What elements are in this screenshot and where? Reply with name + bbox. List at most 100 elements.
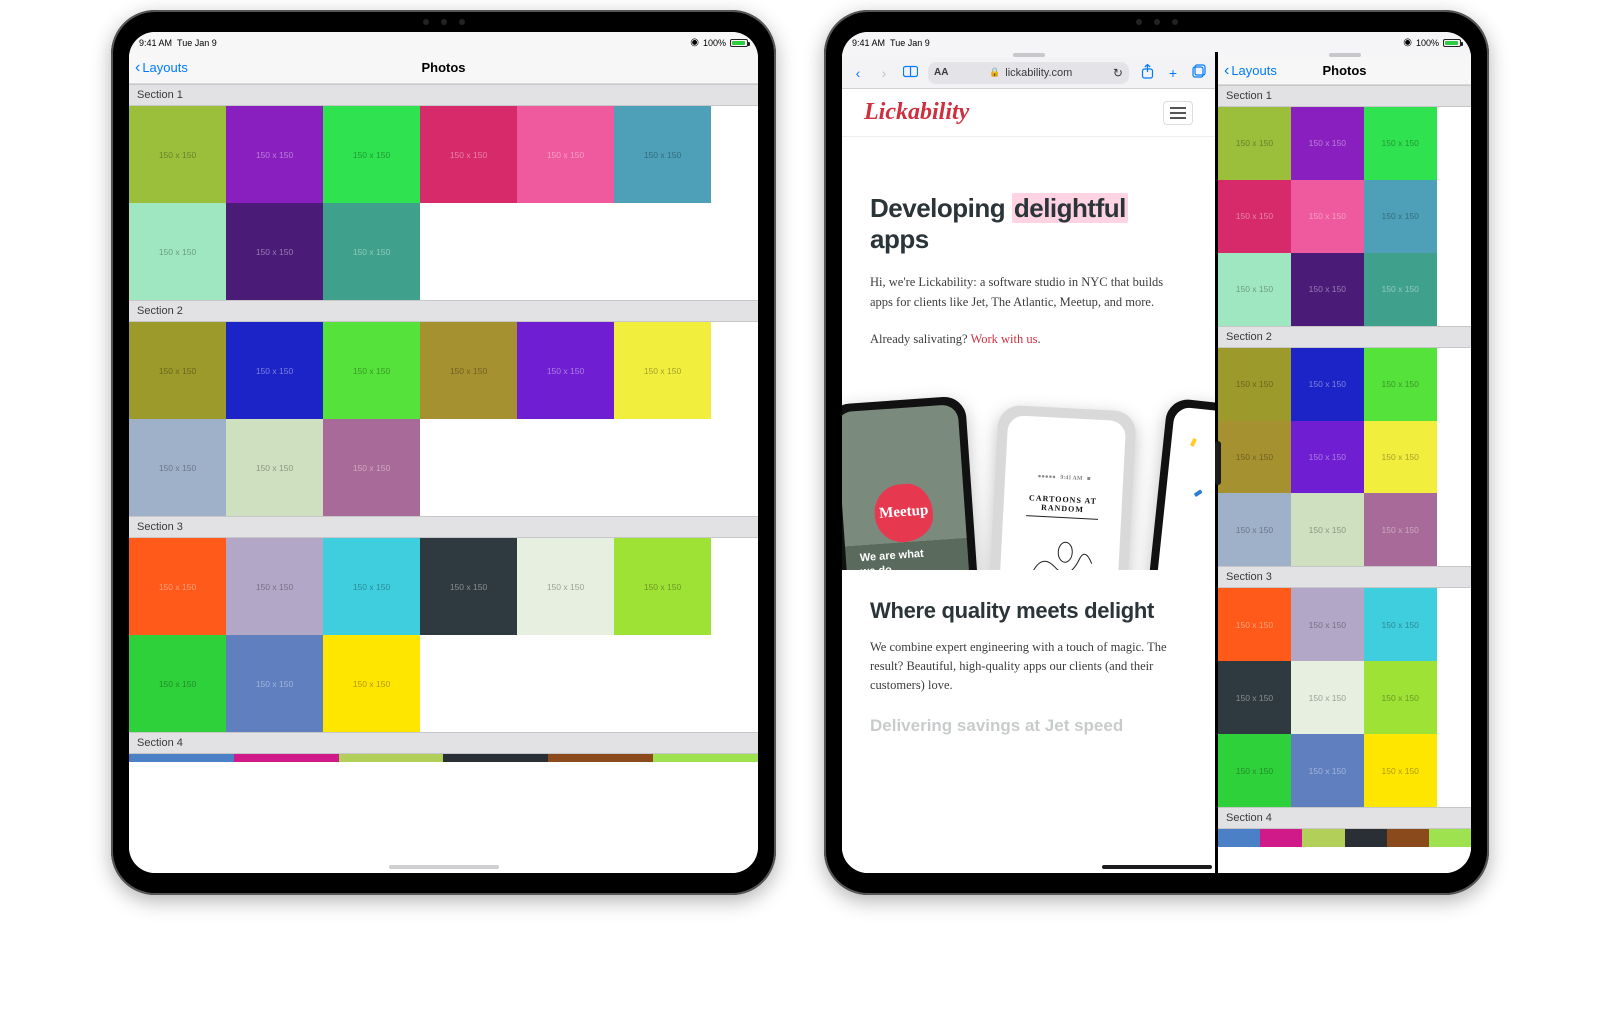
photo-cell[interactable]: 150 x 150	[1291, 493, 1364, 566]
photo-cell[interactable]: 150 x 150	[1218, 107, 1291, 180]
photo-cell[interactable]: 150 x 150	[1364, 107, 1437, 180]
site-logo[interactable]: Lickability	[864, 99, 969, 126]
photo-cell[interactable]: 150 x 150	[1364, 348, 1437, 421]
split-view-divider[interactable]	[1215, 441, 1221, 485]
photo-cell[interactable]: 150 x 150	[226, 635, 323, 732]
photo-cell[interactable]	[1218, 829, 1260, 847]
photo-cell[interactable]: 150 x 150	[1218, 661, 1291, 734]
photo-cell[interactable]: 150 x 150	[1364, 734, 1437, 807]
photo-cell[interactable]: 150 x 150	[323, 538, 420, 635]
photo-cell[interactable]	[129, 754, 234, 762]
photo-cell[interactable]: 150 x 150	[323, 106, 420, 203]
photo-cell[interactable]	[1302, 829, 1344, 847]
photo-cell[interactable]: 150 x 150	[1291, 180, 1364, 253]
photo-cell[interactable]: 150 x 150	[1218, 180, 1291, 253]
photo-cell[interactable]: 150 x 150	[1364, 253, 1437, 326]
home-indicator[interactable]	[389, 865, 499, 869]
photo-cell[interactable]: 150 x 150	[1291, 107, 1364, 180]
photo-cell[interactable]: 150 x 150	[420, 538, 517, 635]
collection-view[interactable]: Section 1150 x 150150 x 150150 x 150150 …	[1218, 85, 1471, 873]
photo-cell[interactable]	[1429, 829, 1471, 847]
photo-cell[interactable]: 150 x 150	[1291, 348, 1364, 421]
safari-back-button[interactable]: ‹	[850, 65, 866, 81]
hero-heading: Developing delightful apps	[870, 193, 1187, 255]
photo-cell[interactable]: 150 x 150	[1291, 734, 1364, 807]
photo-cell[interactable]: 150 x 150	[1364, 421, 1437, 494]
photo-cell[interactable]: 150 x 150	[517, 538, 614, 635]
photo-cell[interactable]: 150 x 150	[226, 538, 323, 635]
photo-cell[interactable]: 150 x 150	[1218, 348, 1291, 421]
photo-cell[interactable]: 150 x 150	[323, 322, 420, 419]
status-bar: 9:41 AM Tue Jan 9 ◉ 100%	[129, 32, 758, 52]
photo-cell[interactable]: 150 x 150	[1291, 588, 1364, 661]
battery-pct: 100%	[1416, 38, 1439, 48]
photo-cell[interactable]: 150 x 150	[614, 106, 711, 203]
bookmarks-icon[interactable]	[902, 65, 918, 81]
refresh-icon[interactable]: ↻	[1113, 66, 1123, 80]
safari-forward-button[interactable]: ›	[876, 65, 892, 81]
chevron-left-icon: ‹	[1224, 63, 1229, 79]
photo-cell[interactable]: 150 x 150	[517, 322, 614, 419]
photo-cell[interactable]: 150 x 150	[614, 538, 711, 635]
photo-cell[interactable]: 150 x 150	[129, 635, 226, 732]
section-header: Section 4	[129, 732, 758, 754]
status-time: 9:41 AM Tue Jan 9	[852, 38, 930, 48]
back-label: Layouts	[142, 60, 188, 75]
photo-cell[interactable]	[548, 754, 653, 762]
battery-icon	[730, 39, 748, 47]
photo-cell[interactable]: 150 x 150	[129, 203, 226, 300]
photo-cell[interactable]: 150 x 150	[1364, 180, 1437, 253]
tabs-icon[interactable]	[1191, 64, 1207, 81]
photo-cell[interactable]: 150 x 150	[129, 538, 226, 635]
photo-cell[interactable]	[1345, 829, 1387, 847]
photo-cell[interactable]	[339, 754, 444, 762]
photo-cell[interactable]: 150 x 150	[1218, 588, 1291, 661]
photo-cell[interactable]	[443, 754, 548, 762]
photo-cell[interactable]: 150 x 150	[226, 203, 323, 300]
photo-cell[interactable]: 150 x 150	[614, 322, 711, 419]
new-tab-button[interactable]: +	[1165, 65, 1181, 81]
photo-cell[interactable]: 150 x 150	[323, 635, 420, 732]
photo-cell[interactable]: 150 x 150	[226, 419, 323, 516]
reader-aa-button[interactable]: AA	[934, 67, 948, 78]
photo-cell[interactable]: 150 x 150	[1291, 661, 1364, 734]
photo-cell[interactable]: 150 x 150	[1364, 661, 1437, 734]
work-with-us-link[interactable]: Work with us	[970, 332, 1037, 346]
url-field[interactable]: AA 🔒 lickability.com ↻	[928, 62, 1129, 84]
share-icon[interactable]	[1139, 64, 1155, 82]
webpage[interactable]: Lickability Developing delightful apps H…	[842, 89, 1215, 873]
photo-cell[interactable]: 150 x 150	[226, 106, 323, 203]
photo-cell[interactable]: 150 x 150	[1218, 421, 1291, 494]
quality-body: We combine expert engineering with a tou…	[870, 638, 1187, 696]
back-button[interactable]: ‹ Layouts	[135, 60, 188, 76]
home-indicator[interactable]	[1102, 865, 1212, 869]
photo-cell[interactable]	[1260, 829, 1302, 847]
photo-cell[interactable]: 150 x 150	[226, 322, 323, 419]
section-header: Section 3	[129, 516, 758, 538]
photo-cell[interactable]: 150 x 150	[129, 419, 226, 516]
photo-cell[interactable]: 150 x 150	[420, 322, 517, 419]
photo-cell[interactable]: 150 x 150	[1218, 734, 1291, 807]
photo-cell[interactable]	[653, 754, 758, 762]
photo-cell[interactable]: 150 x 150	[1218, 253, 1291, 326]
photo-cell[interactable]: 150 x 150	[323, 419, 420, 516]
ipad-left: 9:41 AM Tue Jan 9 ◉ 100% ‹ Layouts Photo…	[111, 10, 776, 895]
back-button[interactable]: ‹ Layouts	[1224, 63, 1277, 79]
nav-title: Photos	[1322, 63, 1366, 78]
hamburger-menu-icon[interactable]	[1163, 101, 1193, 125]
photo-cell[interactable]: 150 x 150	[323, 203, 420, 300]
photo-cell[interactable]: 150 x 150	[1218, 493, 1291, 566]
photo-cell[interactable]: 150 x 150	[517, 106, 614, 203]
photo-cell[interactable]: 150 x 150	[129, 322, 226, 419]
photo-cell[interactable]: 150 x 150	[1291, 421, 1364, 494]
photo-cell[interactable]	[234, 754, 339, 762]
photo-cell[interactable]	[1387, 829, 1429, 847]
photo-cell[interactable]: 150 x 150	[1364, 588, 1437, 661]
photo-cell[interactable]: 150 x 150	[129, 106, 226, 203]
back-label: Layouts	[1231, 63, 1277, 78]
photo-cell[interactable]: 150 x 150	[1364, 493, 1437, 566]
photo-cell[interactable]: 150 x 150	[420, 106, 517, 203]
ipad-right: 9:41 AM Tue Jan 9 ◉ 100% ‹ › A	[824, 10, 1489, 895]
photo-cell[interactable]: 150 x 150	[1291, 253, 1364, 326]
collection-view[interactable]: Section 1150 x 150150 x 150150 x 150150 …	[129, 84, 758, 873]
